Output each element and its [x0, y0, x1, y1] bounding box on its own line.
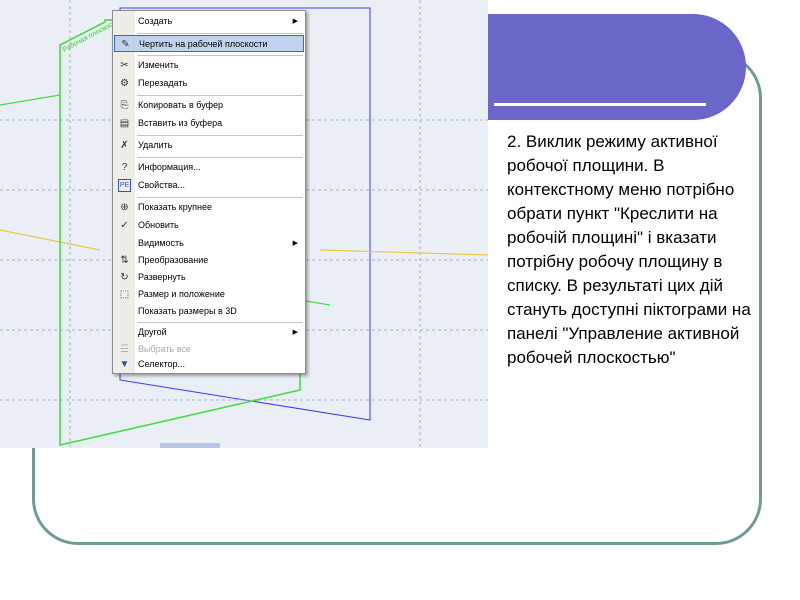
delete-icon: ✗ [120, 140, 129, 151]
menu-separator [137, 322, 303, 323]
menu-separator [137, 197, 303, 198]
plane-yellow [0, 229, 101, 251]
menu-item-other[interactable]: Другой ▶ [114, 324, 304, 341]
menu-item-delete[interactable]: ✗ Удалить [114, 137, 304, 154]
menu-item-copy[interactable]: ⎘ Копировать в буфер [114, 97, 304, 114]
menu-item-paste[interactable]: ▤ Вставить из буфера [114, 115, 304, 132]
zoom-icon: ⊕ [120, 202, 129, 213]
rotate-icon: ↻ [120, 272, 129, 283]
properties-icon: PE [118, 179, 131, 192]
menu-item-refresh[interactable]: ✓ Обновить [114, 217, 304, 234]
copy-icon: ⎘ [120, 100, 129, 111]
menu-separator [137, 95, 303, 96]
selector-icon: ▼ [119, 359, 130, 370]
menu-item-create[interactable]: Создать ▶ [114, 13, 304, 30]
edit-icon: ✂ [120, 60, 129, 71]
submenu-arrow-icon: ▶ [292, 240, 298, 247]
submenu-arrow-icon: ▶ [292, 18, 298, 25]
refresh-icon: ✓ [120, 220, 129, 231]
menu-item-selector[interactable]: ▼ Селектор... [114, 356, 304, 373]
size-position-icon: ⬚ [119, 289, 130, 300]
menu-item-transform[interactable]: ⇅ Преобразование [114, 252, 304, 269]
select-all-icon: ☰ [120, 344, 129, 355]
menu-separator [137, 33, 303, 34]
cad-viewport[interactable]: Рабочая плоскость Создать ▶ ✎ Чертить на… [0, 0, 488, 448]
menu-separator [137, 55, 303, 56]
redefine-icon: ⚙ [120, 78, 129, 89]
menu-separator [137, 135, 303, 136]
menu-item-redefine[interactable]: ⚙ Перезадать [114, 75, 304, 92]
menu-item-visibility[interactable]: Видимость ▶ [114, 235, 304, 252]
menu-item-sketch-on-plane[interactable]: ✎ Чертить на рабочей плоскости [114, 35, 304, 52]
slide-description: 2. Виклик режиму активної робочої площин… [507, 132, 751, 367]
paste-icon: ▤ [119, 118, 130, 129]
question-icon: ? [121, 162, 128, 173]
submenu-arrow-icon: ▶ [292, 329, 298, 336]
transform-icon: ⇅ [120, 255, 129, 266]
menu-item-edit[interactable]: ✂ Изменить [114, 57, 304, 74]
menu-item-size-position[interactable]: ⬚ Размер и положение [114, 286, 304, 303]
title-underline [494, 103, 706, 106]
menu-item-rotate[interactable]: ↻ Развернуть [114, 269, 304, 286]
menu-item-information[interactable]: ? Информация... [114, 159, 304, 176]
status-strip [160, 443, 220, 448]
menu-item-show-dimensions-3d[interactable]: Показать размеры в 3D [114, 303, 304, 320]
menu-item-zoom-in[interactable]: ⊕ Показать крупнее [114, 199, 304, 216]
sketch-pencil-icon: ✎ [121, 39, 130, 50]
menu-item-properties[interactable]: PE Свойства... [114, 177, 304, 194]
menu-separator [137, 157, 303, 158]
context-menu: Создать ▶ ✎ Чертить на рабочей плоскости… [112, 10, 306, 374]
